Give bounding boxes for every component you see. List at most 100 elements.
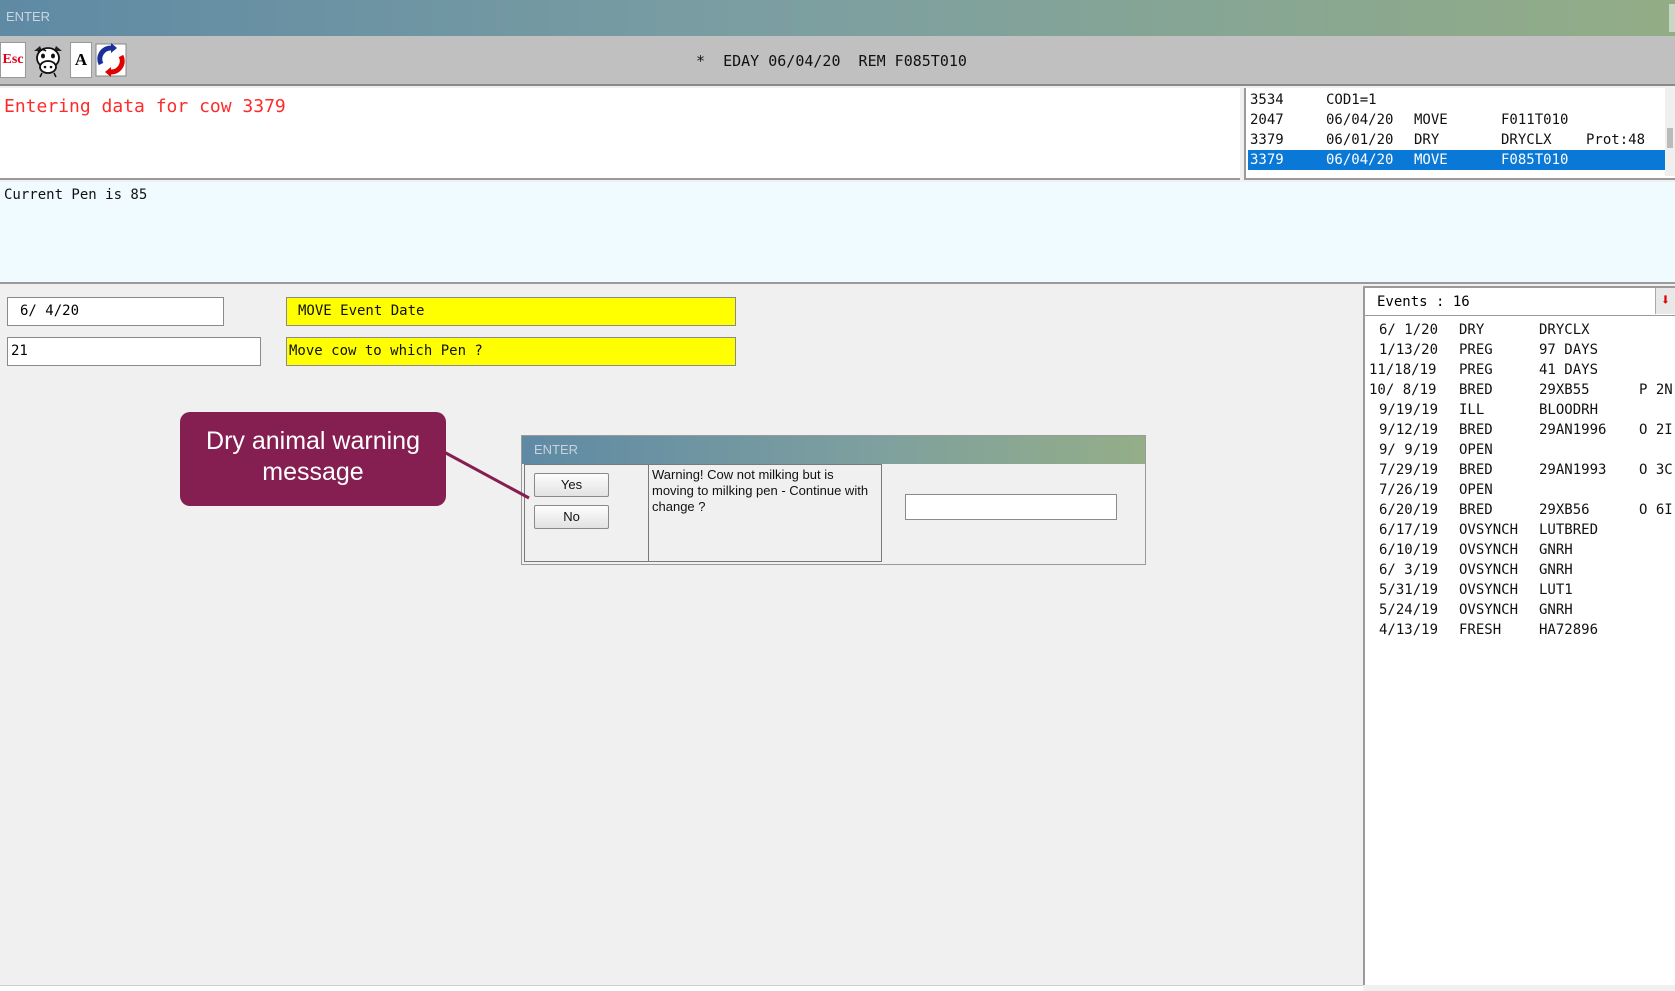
recent-event: MOVE xyxy=(1414,152,1448,168)
callout-text: Dry animal warning message xyxy=(206,427,420,486)
sync-button[interactable] xyxy=(95,42,127,78)
scroll-down-arrow-icon[interactable]: ⬇ xyxy=(1655,288,1675,314)
event-date: 6/10/19 xyxy=(1379,542,1439,558)
event-row[interactable]: 6/10/19 OVSYNCH GNRH xyxy=(1365,542,1675,562)
pen-info-panel: Current Pen is 85 xyxy=(0,182,1675,284)
event-type: OPEN xyxy=(1459,482,1493,498)
event-type: FRESH xyxy=(1459,622,1502,638)
event-remark: 29XB56 xyxy=(1539,502,1590,518)
event-row[interactable]: 9/19/19 ILL BLOODRH xyxy=(1365,402,1675,422)
event-extra: P 2N xyxy=(1639,382,1673,398)
event-date: 5/31/19 xyxy=(1379,582,1439,598)
recent-date: 06/04/20 xyxy=(1326,152,1394,168)
event-type: BRED xyxy=(1459,382,1493,398)
window-title-bar: ENTER xyxy=(0,0,1675,36)
esc-label: Esc xyxy=(2,52,24,67)
recent-code: F085T010 xyxy=(1501,152,1569,168)
pen-prompt: Move cow to which Pen ? xyxy=(286,337,736,366)
event-type: PREG xyxy=(1459,342,1493,358)
recent-scroll-thumb[interactable] xyxy=(1667,128,1673,148)
event-date: 4/13/19 xyxy=(1379,622,1439,638)
event-date: 6/20/19 xyxy=(1379,502,1439,518)
recent-entries-list: 3534 COD1=1 2047 06/04/20 MOVE F011T010 … xyxy=(1244,88,1675,180)
recent-date: 06/01/20 xyxy=(1326,132,1394,148)
recent-extra: Prot:48 xyxy=(1586,132,1646,148)
event-row[interactable]: 9/12/19 BRED 29AN1996 O 2I xyxy=(1365,422,1675,442)
sync-icon xyxy=(95,43,127,77)
event-row[interactable]: 10/ 8/19 BRED 29XB55 P 2N xyxy=(1365,382,1675,402)
event-remark: 29AN1993 xyxy=(1539,462,1607,478)
recent-code: DRYCLX xyxy=(1501,132,1552,148)
yes-button[interactable]: Yes xyxy=(534,473,609,497)
event-date: 6/ 1/20 xyxy=(1379,322,1439,338)
date-prompt: MOVE Event Date xyxy=(286,297,736,326)
event-row[interactable]: 6/17/19 OVSYNCH LUTBRED xyxy=(1365,522,1675,542)
event-date: 10/ 8/19 xyxy=(1369,382,1437,398)
recent-row[interactable]: 2047 06/04/20 MOVE F011T010 xyxy=(1248,110,1666,130)
event-type: ILL xyxy=(1459,402,1485,418)
dialog-title-bar[interactable]: ENTER xyxy=(522,436,1145,464)
event-row[interactable]: 1/13/20 PREG 97 DAYS xyxy=(1365,342,1675,362)
pen-info-text: Current Pen is 85 xyxy=(4,187,148,203)
esc-button[interactable]: Esc xyxy=(0,42,26,78)
event-row[interactable]: 6/20/19 BRED 29XB56 O 6I xyxy=(1365,502,1675,522)
event-remark: GNRH xyxy=(1539,542,1573,558)
recent-code: F011T010 xyxy=(1501,112,1569,128)
dialog-title: ENTER xyxy=(534,442,579,457)
message-panel: Entering data for cow 3379 xyxy=(0,88,1240,180)
event-row[interactable]: 11/18/19 PREG 41 DAYS xyxy=(1365,362,1675,382)
a-label: A xyxy=(74,50,88,69)
event-row[interactable]: 6/ 1/20 DRY DRYCLX xyxy=(1365,322,1675,342)
recent-date: 06/04/20 xyxy=(1326,112,1394,128)
recent-id: 2047 xyxy=(1250,112,1284,128)
status-strip xyxy=(0,985,1363,991)
recent-id: 3379 xyxy=(1250,132,1284,148)
cow-icon xyxy=(34,46,62,78)
event-row[interactable]: 6/ 3/19 OVSYNCH GNRH xyxy=(1365,562,1675,582)
event-type: PREG xyxy=(1459,362,1493,378)
recent-id: 3534 xyxy=(1250,92,1284,108)
event-type: OVSYNCH xyxy=(1459,562,1519,578)
toolbar: Esc A * EDAY 06/04/20 REM F085T010 xyxy=(0,36,1675,86)
pen-input[interactable]: 21 xyxy=(7,337,261,366)
event-remark: 29XB55 xyxy=(1539,382,1590,398)
a-button[interactable]: A xyxy=(70,42,92,78)
event-extra: O 3C xyxy=(1639,462,1673,478)
event-type: DRY xyxy=(1459,322,1485,338)
dialog-message: Warning! Cow not milking but is moving t… xyxy=(648,464,882,562)
event-remark: GNRH xyxy=(1539,562,1573,578)
event-type: OVSYNCH xyxy=(1459,542,1519,558)
event-date: 9/ 9/19 xyxy=(1379,442,1439,458)
recent-row[interactable]: 3534 COD1=1 xyxy=(1248,90,1666,110)
event-date: 6/ 3/19 xyxy=(1379,562,1439,578)
recent-event: MOVE xyxy=(1414,112,1448,128)
no-button[interactable]: No xyxy=(534,505,609,529)
date-input[interactable]: 6/ 4/20 xyxy=(7,297,224,326)
event-date: 1/13/20 xyxy=(1379,342,1439,358)
event-type: OVSYNCH xyxy=(1459,602,1519,618)
dialog-input[interactable] xyxy=(905,494,1117,520)
recent-scrollbar[interactable] xyxy=(1665,88,1675,176)
event-extra: O 2I xyxy=(1639,422,1673,438)
event-row[interactable]: 7/26/19 OPEN xyxy=(1365,482,1675,502)
recent-event: DRY xyxy=(1414,132,1440,148)
event-row[interactable]: 5/31/19 OVSYNCH LUT1 xyxy=(1365,582,1675,602)
cow-button[interactable] xyxy=(30,42,66,78)
event-row[interactable]: 9/ 9/19 OPEN xyxy=(1365,442,1675,462)
callout-annotation: Dry animal warning message xyxy=(180,412,446,506)
event-row[interactable]: 5/24/19 OVSYNCH GNRH xyxy=(1365,602,1675,622)
recent-id: 3379 xyxy=(1250,152,1284,168)
events-panel: Events : 16 ⬇ 6/ 1/20 DRY DRYCLX 1/13/20… xyxy=(1363,286,1675,985)
event-extra: O 6I xyxy=(1639,502,1673,518)
event-type: OPEN xyxy=(1459,442,1493,458)
event-row[interactable]: 7/29/19 BRED 29AN1993 O 3C xyxy=(1365,462,1675,482)
event-date: 9/19/19 xyxy=(1379,402,1439,418)
recent-row-selected[interactable]: 3379 06/04/20 MOVE F085T010 xyxy=(1248,150,1666,170)
event-type: OVSYNCH xyxy=(1459,582,1519,598)
event-row[interactable]: 4/13/19 FRESH HA72896 xyxy=(1365,622,1675,642)
event-remark: 29AN1996 xyxy=(1539,422,1607,438)
recent-row[interactable]: 3379 06/01/20 DRY DRYCLX Prot:48 xyxy=(1248,130,1666,150)
event-remark: DRYCLX xyxy=(1539,322,1590,338)
dialog-button-group: Yes No xyxy=(524,464,649,562)
event-type: OVSYNCH xyxy=(1459,522,1519,538)
